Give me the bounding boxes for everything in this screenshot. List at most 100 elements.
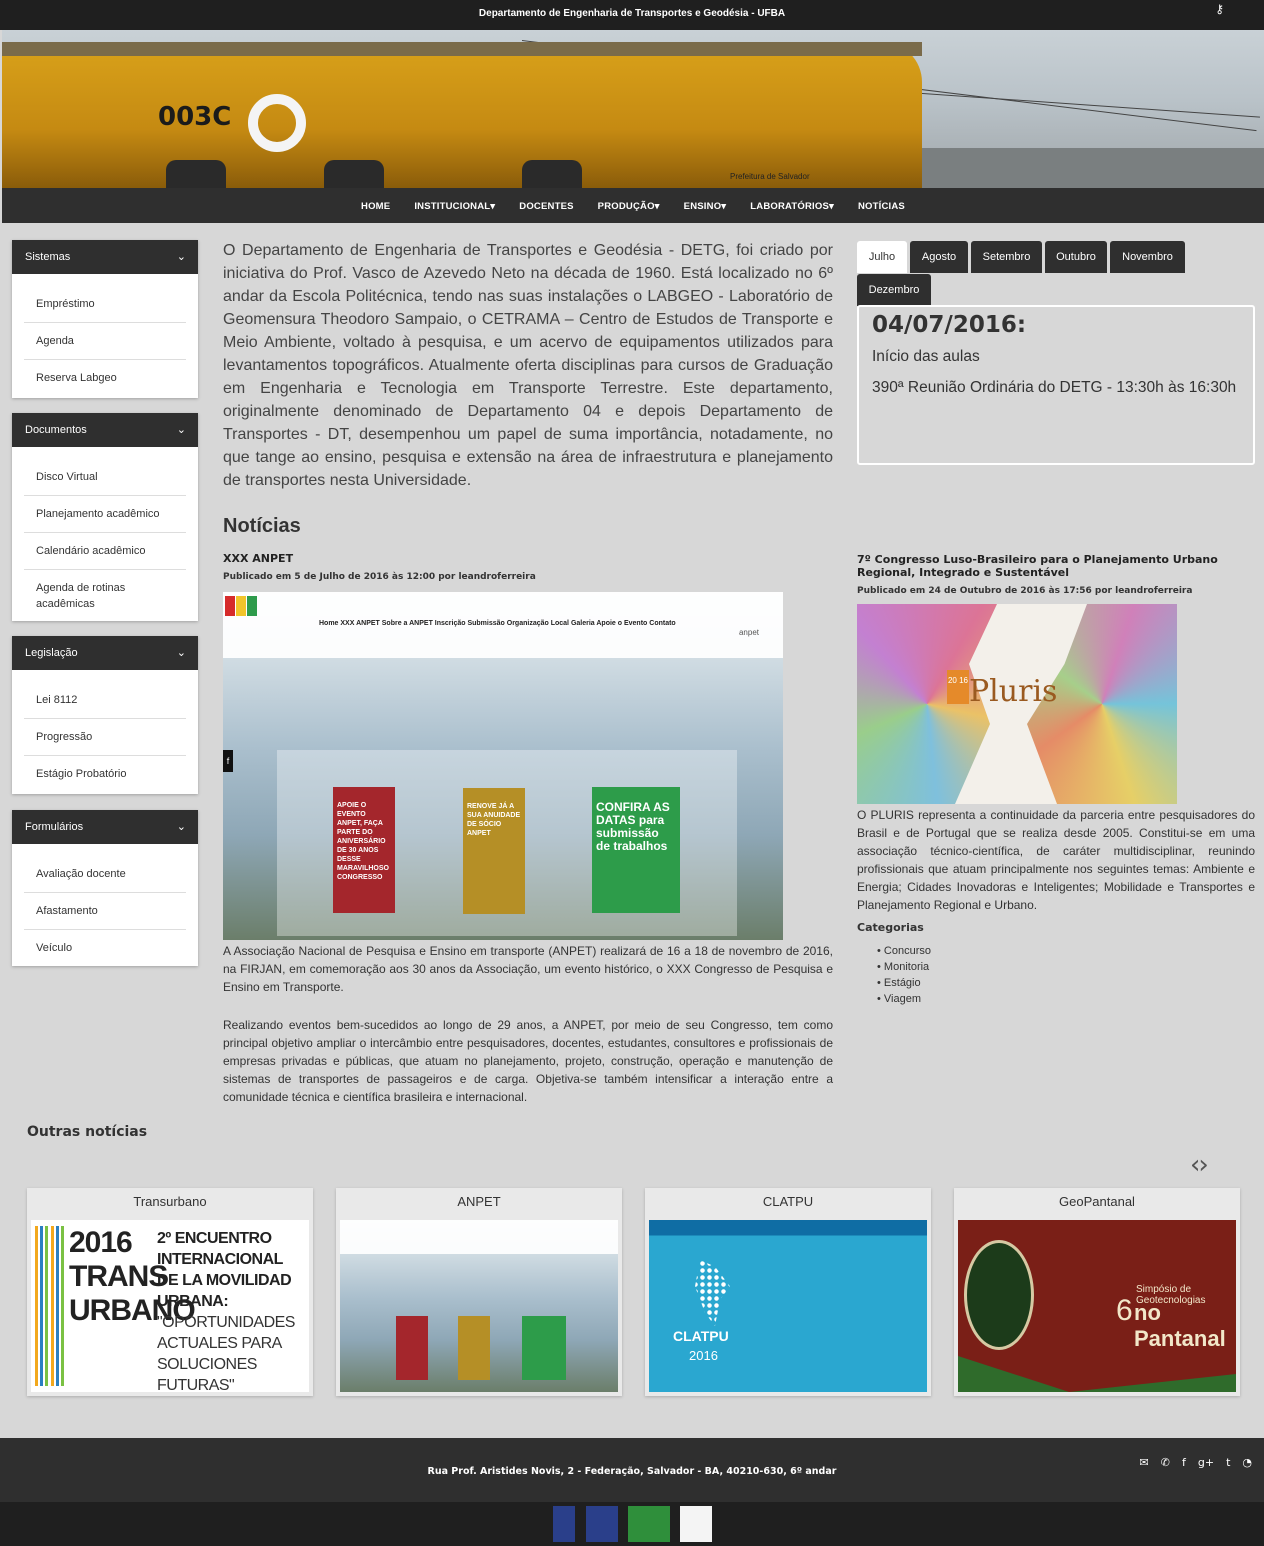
anpet-site-header — [340, 1220, 618, 1254]
site-title: Departamento de Engenharia de Transporte… — [478, 8, 786, 19]
category-concurso[interactable]: Concurso — [877, 943, 931, 959]
sidebar-item-avaliacao-docente[interactable]: Avaliação docente — [24, 856, 186, 893]
key-icon[interactable]: ⚷ — [1215, 2, 1224, 16]
sidebar-item-lei-8112[interactable]: Lei 8112 — [24, 682, 186, 719]
anpet-card-text: APOIE O EVENTO ANPET, FAÇA PARTE DO ANIV… — [337, 802, 389, 881]
anpet-brand: anpet — [738, 628, 759, 637]
partner-logos — [0, 1502, 1264, 1546]
panel-title: Legislação — [25, 647, 78, 659]
post-title[interactable]: 7º Congresso Luso-Brasileiro para o Plan… — [857, 553, 1255, 579]
tab-agosto[interactable]: Agosto — [910, 241, 968, 273]
sidebar-item-disco-virtual[interactable]: Disco Virtual — [24, 459, 186, 496]
anpet-site-menu: Home XXX ANPET Sobre a ANPET Inscrição S… — [319, 620, 676, 627]
news-card-anpet[interactable]: ANPET — [336, 1188, 622, 1396]
phone-icon[interactable]: ✆ — [1161, 1456, 1170, 1469]
nav-noticias[interactable]: NOTÍCIAS — [846, 188, 917, 226]
envelope-icon[interactable]: ✉ — [1140, 1456, 1149, 1469]
tab-novembro[interactable]: Novembro — [1110, 241, 1185, 273]
event-item: Início das aulas — [872, 348, 980, 365]
rss-icon[interactable]: ◔ — [1242, 1456, 1252, 1469]
train-sign: Prefeitura de Salvador — [730, 172, 810, 181]
transurbano-logo-text: 2016 TRANS URBANO — [69, 1226, 196, 1327]
footer-address: Rua Prof. Aristides Novis, 2 - Federação… — [427, 1466, 837, 1477]
nav-producao[interactable]: PRODUÇÃO▾ — [586, 188, 672, 226]
post-title[interactable]: XXX ANPET — [223, 552, 833, 565]
brasil-logo[interactable] — [628, 1506, 670, 1542]
tab-julho[interactable]: Julho — [857, 241, 907, 273]
nav-laboratorios[interactable]: LABORATÓRIOS▾ — [738, 188, 846, 226]
clatpu-label: CLATPU — [673, 1328, 729, 1344]
news-card-transurbano[interactable]: Transurbano 2016 TRANS URBANO 2º ENCUENT… — [27, 1188, 313, 1396]
sidebar-item-estagio-probatorio[interactable]: Estágio Probatório — [24, 756, 186, 792]
google-plus-icon[interactable]: g+ — [1198, 1456, 1214, 1469]
politecnica-logo[interactable] — [586, 1506, 618, 1542]
facebook-icon: f — [223, 750, 233, 772]
anpet-card-text: CONFIRA AS DATAS para submissão de traba… — [596, 800, 670, 853]
department-intro: O Departamento de Engenharia de Transpor… — [223, 242, 833, 489]
chevron-down-icon[interactable]: ⌄ — [177, 810, 186, 844]
nav-ensino[interactable]: ENSINO▾ — [672, 188, 739, 226]
train-window — [522, 160, 582, 188]
nav-institucional[interactable]: INSTITUCIONAL▾ — [402, 188, 507, 226]
social-icons: ✉ ✆ f g+ t ◔ — [1140, 1456, 1252, 1469]
tab-setembro[interactable]: Setembro — [971, 241, 1042, 273]
sidebar-item-afastamento[interactable]: Afastamento — [24, 893, 186, 930]
chevron-down-icon[interactable]: ⌄ — [177, 636, 186, 670]
event-date: 04/07/2016: — [872, 312, 1027, 338]
tab-dezembro[interactable]: Dezembro — [857, 274, 931, 306]
category-estagio[interactable]: Estágio — [877, 975, 931, 991]
panel-header[interactable]: Documentos ⌄ — [12, 413, 198, 447]
category-monitoria[interactable]: Monitoria — [877, 959, 931, 975]
panel-title: Formulários — [25, 821, 84, 833]
train-logo — [248, 94, 306, 152]
nav-docentes[interactable]: DOCENTES — [507, 188, 585, 226]
card-title: GeoPantanal — [1059, 1194, 1135, 1209]
nav-home[interactable]: HOME — [349, 188, 402, 226]
pluris-image[interactable]: 20 16 Pluris — [857, 604, 1177, 804]
sidebar-item-progressao[interactable]: Progressão — [24, 719, 186, 756]
transurbano-quote: "OPORTUNIDADES ACTUALES PARA SOLUCIONES … — [157, 1314, 295, 1392]
chevron-down-icon[interactable]: ⌄ — [177, 240, 186, 274]
anpet-card: RENOVE JÁ A SUA ANUIDADE DE SÓCIO ANPET — [463, 788, 525, 914]
sidebar-panel-formularios: Formulários ⌄ Avaliação docente Afastamen… — [12, 810, 198, 966]
sidebar-item-reserva-labgeo[interactable]: Reserva Labgeo — [24, 360, 186, 396]
post-meta: Publicado em 5 de Julho de 2016 às 12:00… — [223, 572, 536, 582]
panel-header[interactable]: Legislação ⌄ — [12, 636, 198, 670]
card-title: ANPET — [457, 1194, 501, 1209]
sidebar-item-veiculo[interactable]: Veículo — [24, 930, 186, 966]
news-card-clatpu[interactable]: CLATPU CLATPU 2016 — [645, 1188, 931, 1396]
ufba-logo[interactable] — [553, 1506, 575, 1542]
anpet-screenshot[interactable]: Home XXX ANPET Sobre a ANPET Inscrição S… — [223, 592, 783, 940]
footer: Rua Prof. Aristides Novis, 2 - Federação… — [0, 1438, 1264, 1502]
other-news-heading: Outras notícias — [27, 1124, 148, 1140]
sidebar-item-agenda-rotinas[interactable]: Agenda de rotinas acadêmicas — [24, 570, 186, 622]
card-image — [340, 1220, 618, 1392]
category-viagem[interactable]: Viagem — [877, 991, 931, 1007]
chevron-down-icon[interactable]: ⌄ — [177, 413, 186, 447]
hero-ground — [920, 148, 1264, 188]
transurbano-text: 2º ENCUENTRO INTERNACIONAL DE LA MOVILID… — [157, 1228, 307, 1392]
hero-banner: 003C Prefeitura de Salvador — [2, 30, 1264, 188]
train-window — [166, 160, 226, 188]
cetrama-logo[interactable] — [680, 1506, 712, 1542]
panel-header[interactable]: Formulários ⌄ — [12, 810, 198, 844]
tab-outubro[interactable]: Outubro — [1045, 241, 1107, 273]
anpet-card-text: RENOVE JÁ A SUA ANUIDADE DE SÓCIO ANPET — [467, 803, 521, 837]
facebook-icon[interactable]: f — [1182, 1456, 1186, 1469]
sidebar-panel-legislacao: Legislação ⌄ Lei 8112 Progressão Estágio … — [12, 636, 198, 794]
anpet-card: APOIE O EVENTO ANPET, FAÇA PARTE DO ANIV… — [333, 787, 395, 913]
transurbano-headline: 2º ENCUENTRO INTERNACIONAL DE LA MOVILID… — [157, 1230, 292, 1310]
sidebar-item-calendario[interactable]: Calendário acadêmico — [24, 533, 186, 570]
card-image: 6 Simpósio de Geotecnologias no Pantanal — [958, 1220, 1236, 1392]
sidebar-item-agenda[interactable]: Agenda — [24, 323, 186, 360]
rio-logo — [225, 596, 261, 654]
sidebar-item-planejamento[interactable]: Planejamento acadêmico — [24, 496, 186, 533]
events-box: 04/07/2016: Início das aulas 390ª Reuniã… — [857, 305, 1255, 465]
sidebar-item-emprestimo[interactable]: Empréstimo — [24, 286, 186, 323]
news-card-geopantanal[interactable]: GeoPantanal 6 Simpósio de Geotecnologias… — [954, 1188, 1240, 1396]
panel-title: Sistemas — [25, 251, 71, 263]
carousel-arrows[interactable]: ‹› — [1190, 1150, 1209, 1180]
card-image: CLATPU 2016 — [649, 1220, 927, 1392]
panel-header[interactable]: Sistemas ⌄ — [12, 240, 198, 274]
twitter-icon[interactable]: t — [1226, 1456, 1230, 1469]
